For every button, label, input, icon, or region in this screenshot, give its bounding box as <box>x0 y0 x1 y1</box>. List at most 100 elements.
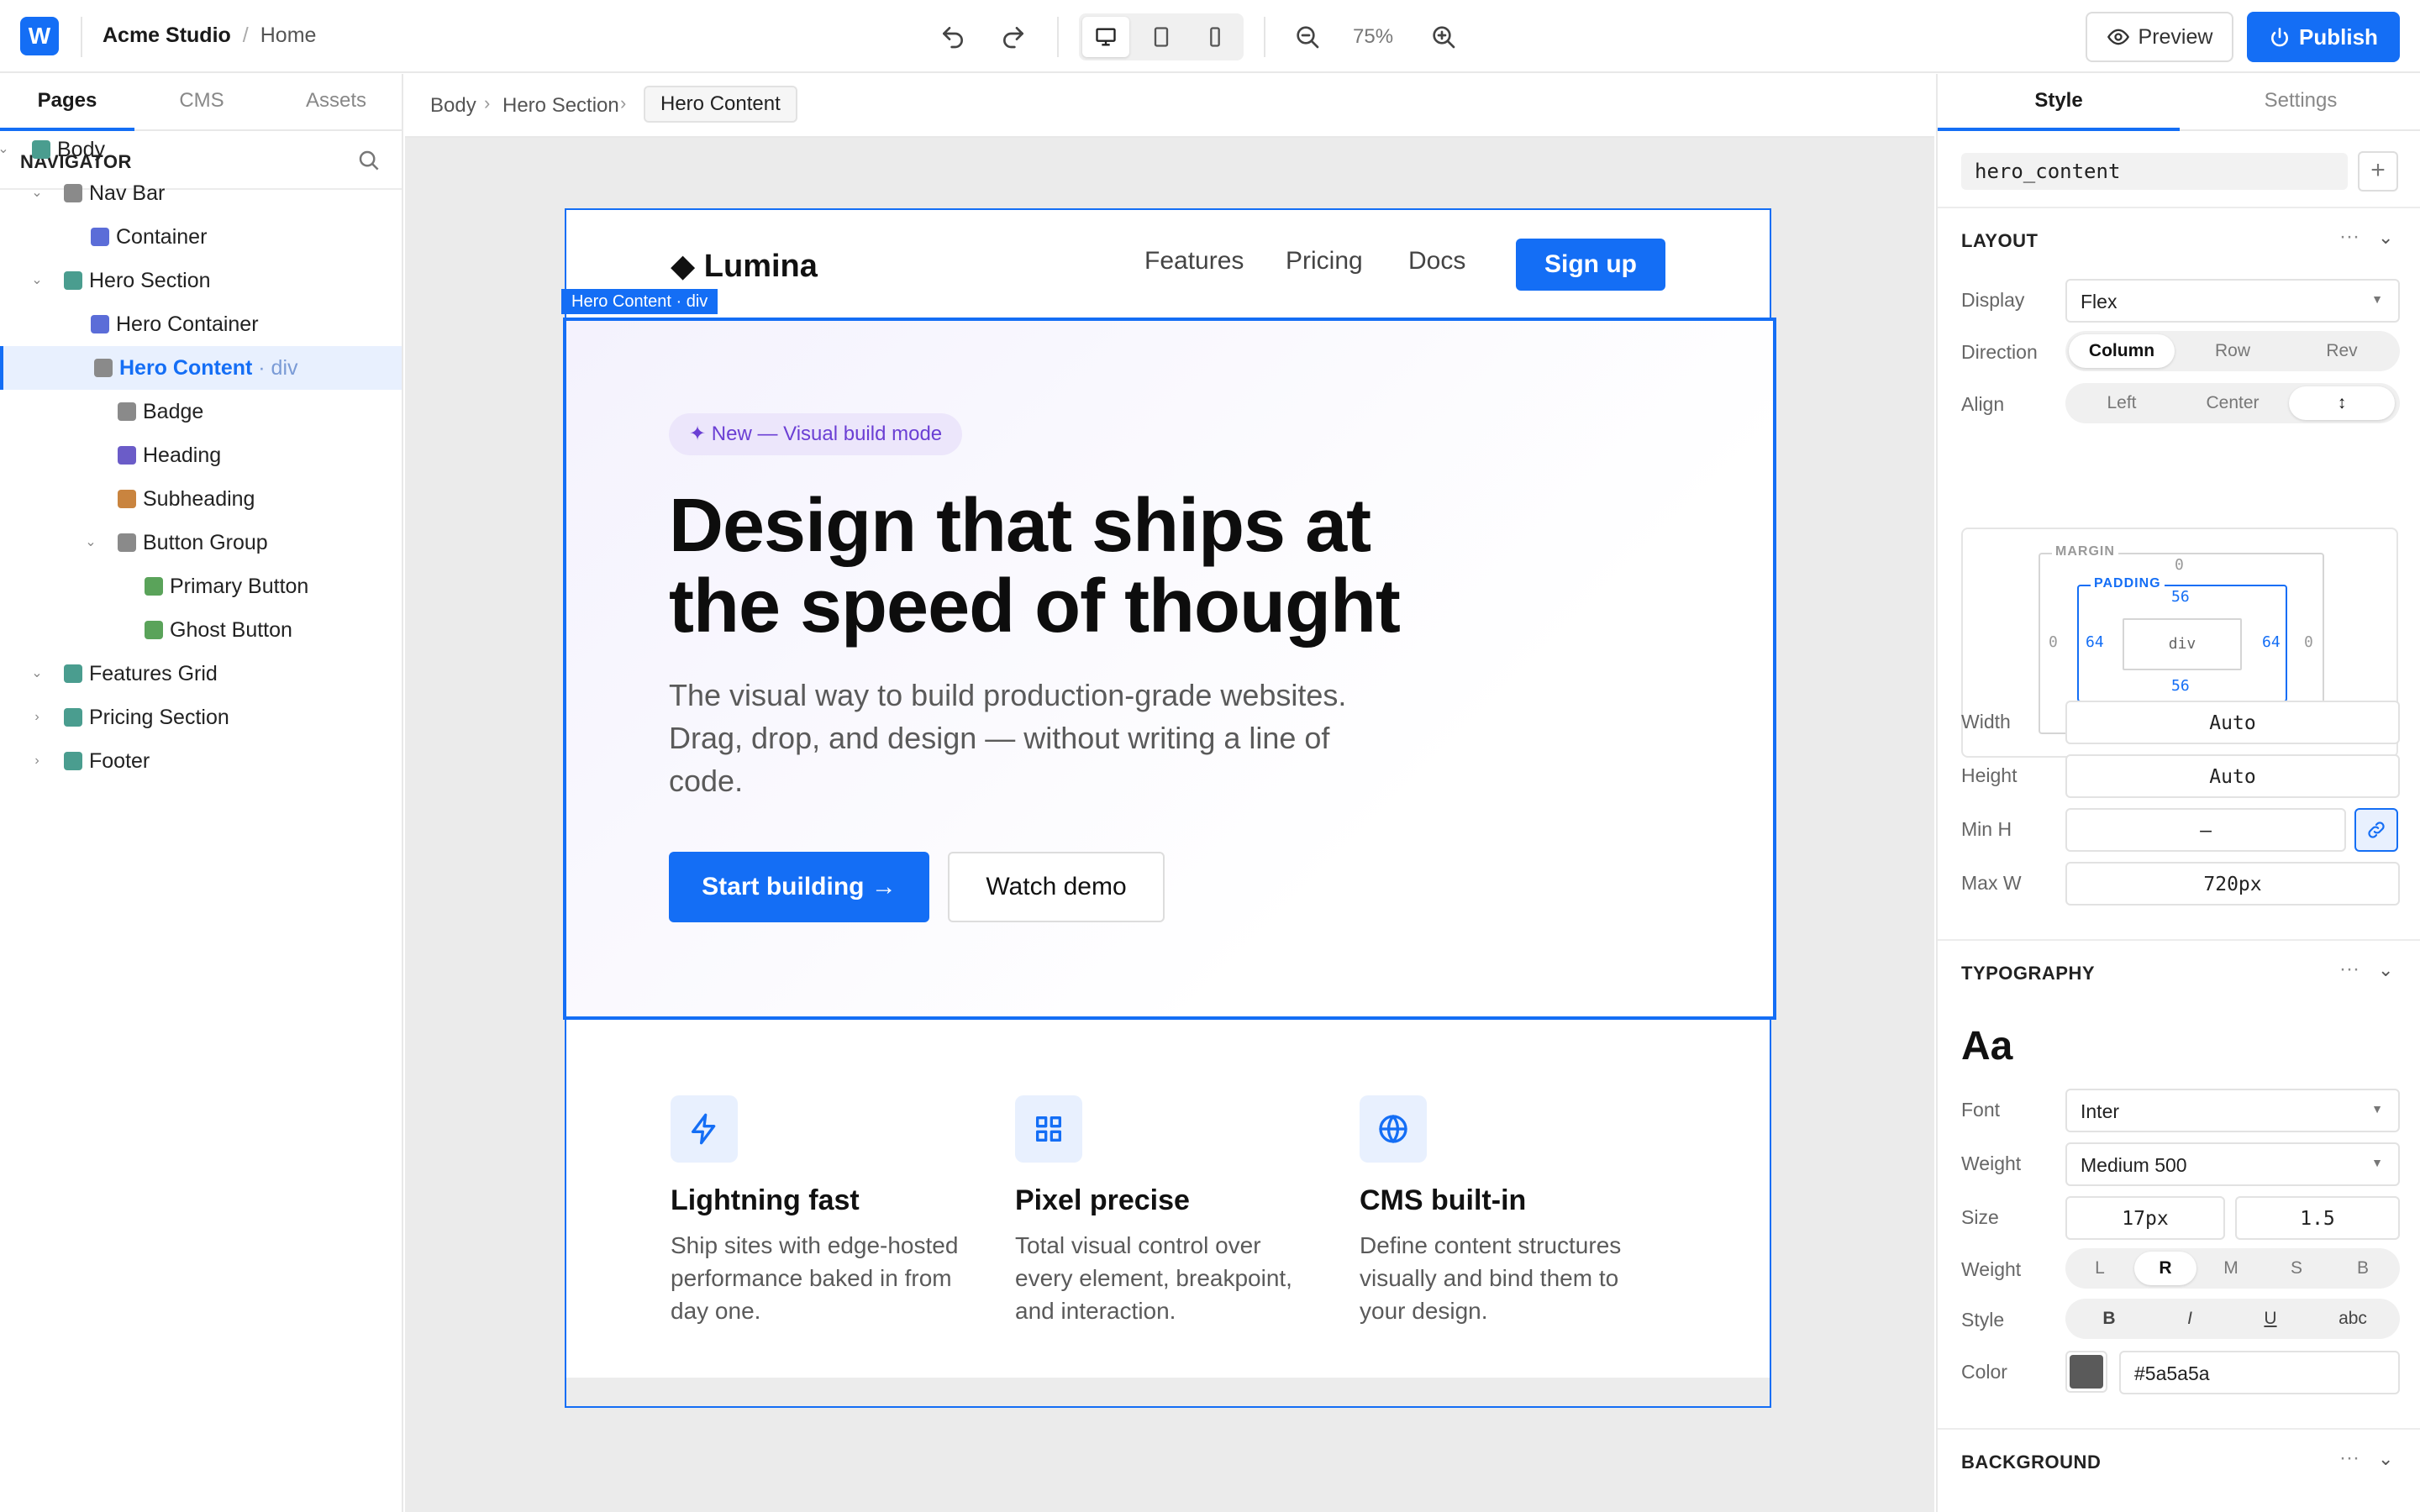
direction-reverse[interactable]: Rev <box>2289 334 2395 368</box>
navigator-node[interactable]: ⌄ Body <box>0 128 402 171</box>
mobile-icon[interactable] <box>1192 17 1239 57</box>
max-width-input[interactable]: 720px <box>2065 862 2400 906</box>
bold-toggle[interactable]: B <box>2069 1302 2149 1336</box>
weight-select[interactable]: Medium 500 ▼ <box>2065 1142 2400 1186</box>
weight-semibold[interactable]: S <box>2265 1252 2328 1285</box>
site-brand[interactable]: ◆ Lumina <box>671 247 818 285</box>
chevron-right-icon[interactable]: › <box>29 709 45 726</box>
hero-subheading[interactable]: The visual way to build production-grade… <box>669 674 1408 802</box>
chevron-right-icon[interactable]: › <box>29 753 45 769</box>
navigator-node[interactable]: Badge <box>0 390 402 433</box>
navigator-node[interactable]: Ghost Button <box>0 608 402 652</box>
preview-button[interactable]: Preview <box>2086 12 2233 62</box>
tablet-icon[interactable] <box>1138 17 1185 57</box>
padding-left-value[interactable]: 64 <box>2086 633 2104 651</box>
design-canvas[interactable]: Body › Hero Section › Hero Content ◆ Lum… <box>405 74 1934 1512</box>
min-height-input[interactable]: – <box>2065 808 2346 852</box>
watch-demo-button[interactable]: Watch demo <box>948 852 1165 922</box>
background-section-header[interactable]: BACKGROUND ··· ⌄ <box>1938 1428 2420 1487</box>
margin-right-value[interactable]: 0 <box>2304 633 2313 651</box>
tab-assets[interactable]: Assets <box>269 89 403 113</box>
chevron-down-icon[interactable]: ⌄ <box>2378 1448 2393 1470</box>
navigator-node[interactable]: ⌄ Button Group <box>0 521 402 564</box>
navigator-node[interactable]: Hero Container <box>0 302 402 346</box>
chevron-down-icon[interactable]: ⌄ <box>29 185 45 202</box>
align-stretch[interactable]: ↕ <box>2289 386 2395 420</box>
chevron-down-icon[interactable]: ⌄ <box>0 141 12 158</box>
site-nav-features[interactable]: Features <box>1144 247 1244 276</box>
navigator-node[interactable]: Hero Content · div <box>0 346 402 390</box>
tab-settings[interactable]: Settings <box>2180 89 2420 113</box>
site-signup-button[interactable]: Sign up <box>1516 239 1665 291</box>
feature-card[interactable]: CMS built-in Define content structures v… <box>1360 1095 1662 1327</box>
navigator-node[interactable]: ⌄ Hero Section <box>0 259 402 302</box>
height-input[interactable]: Auto <box>2065 754 2400 798</box>
navigator-node[interactable]: Heading <box>0 433 402 477</box>
navigator-node[interactable]: ⌄ Nav Bar <box>0 171 402 215</box>
navigator-node[interactable]: Primary Button <box>0 564 402 608</box>
zoom-out-icon[interactable] <box>1294 24 1321 50</box>
font-size-input[interactable]: 17px <box>2065 1196 2225 1240</box>
case-toggle[interactable]: abc <box>2311 1302 2395 1336</box>
direction-row[interactable]: Row <box>2180 334 2286 368</box>
current-page-name[interactable]: Home <box>260 24 317 48</box>
app-logo[interactable]: W <box>20 17 59 55</box>
italic-toggle[interactable]: I <box>2149 1302 2230 1336</box>
margin-top-value[interactable]: 0 <box>2175 556 2184 574</box>
navigator-node[interactable]: Container <box>0 215 402 259</box>
add-class-button[interactable]: + <box>2358 151 2398 192</box>
desktop-icon[interactable] <box>1082 17 1129 57</box>
color-hex-input[interactable]: #5a5a5a <box>2119 1351 2400 1394</box>
display-select[interactable]: Flex ▼ <box>2065 279 2400 323</box>
typography-section-header[interactable]: TYPOGRAPHY ··· ⌄ <box>1938 939 2420 998</box>
padding-top-value[interactable]: 56 <box>2171 588 2190 606</box>
more-icon[interactable]: ··· <box>2339 225 2360 249</box>
chevron-down-icon[interactable]: ⌄ <box>2378 959 2393 981</box>
navigator-node[interactable]: › Footer <box>0 739 402 783</box>
color-swatch[interactable] <box>2065 1351 2107 1393</box>
margin-left-value[interactable]: 0 <box>2049 633 2058 651</box>
site-nav-bar[interactable]: ◆ Lumina Features Pricing Docs Sign up <box>566 210 1770 316</box>
weight-light[interactable]: L <box>2069 1252 2131 1285</box>
navigator-node[interactable]: Subheading <box>0 477 402 521</box>
chevron-down-icon[interactable]: ⌄ <box>29 665 45 682</box>
chevron-down-icon[interactable]: ⌄ <box>2378 227 2393 249</box>
publish-button[interactable]: Publish <box>2247 12 2400 62</box>
site-nav-pricing[interactable]: Pricing <box>1286 247 1363 276</box>
tab-cms[interactable]: CMS <box>134 89 269 113</box>
undo-icon[interactable] <box>939 24 966 50</box>
project-name[interactable]: Acme Studio <box>103 24 231 48</box>
chevron-down-icon[interactable]: ⌄ <box>29 272 45 289</box>
weight-regular[interactable]: R <box>2134 1252 2196 1285</box>
width-input[interactable]: Auto <box>2065 701 2400 744</box>
zoom-level[interactable]: 75% <box>1353 25 1393 49</box>
hero-badge[interactable]: ✦ New — Visual build mode <box>669 413 963 455</box>
padding-bottom-value[interactable]: 56 <box>2171 677 2190 695</box>
navigator-node[interactable]: ⌄ Features Grid <box>0 652 402 696</box>
layout-section-header[interactable]: LAYOUT ··· ⌄ <box>1938 207 2420 265</box>
align-center[interactable]: Center <box>2180 386 2286 420</box>
zoom-in-icon[interactable] <box>1430 24 1457 50</box>
link-icon[interactable] <box>2354 808 2398 852</box>
chevron-down-icon[interactable]: ⌄ <box>82 534 99 551</box>
weight-bold[interactable]: B <box>2331 1252 2395 1285</box>
redo-icon[interactable] <box>1000 24 1027 50</box>
direction-column[interactable]: Column <box>2069 334 2175 368</box>
start-building-button[interactable]: Start building → <box>669 852 929 922</box>
more-icon[interactable]: ··· <box>2339 958 2360 981</box>
weight-medium[interactable]: M <box>2200 1252 2262 1285</box>
line-height-input[interactable]: 1.5 <box>2235 1196 2400 1240</box>
feature-card[interactable]: Pixel precise Total visual control over … <box>1015 1095 1318 1327</box>
crumb-hero-content[interactable]: Hero Content <box>644 86 797 123</box>
tab-style[interactable]: Style <box>1938 89 2180 113</box>
class-selector-input[interactable]: hero_content <box>1961 153 2348 190</box>
navigator-node[interactable]: › Pricing Section <box>0 696 402 739</box>
align-left[interactable]: Left <box>2069 386 2175 420</box>
padding-right-value[interactable]: 64 <box>2262 633 2281 651</box>
hero-content-selected[interactable]: ✦ New — Visual build mode Design that sh… <box>563 318 1776 1020</box>
underline-toggle[interactable]: U <box>2230 1302 2311 1336</box>
more-icon[interactable]: ··· <box>2339 1446 2360 1470</box>
feature-card[interactable]: Lightning fast Ship sites with edge-host… <box>671 1095 990 1327</box>
crumb-body[interactable]: Body <box>430 94 476 118</box>
tab-pages[interactable]: Pages <box>0 89 134 113</box>
